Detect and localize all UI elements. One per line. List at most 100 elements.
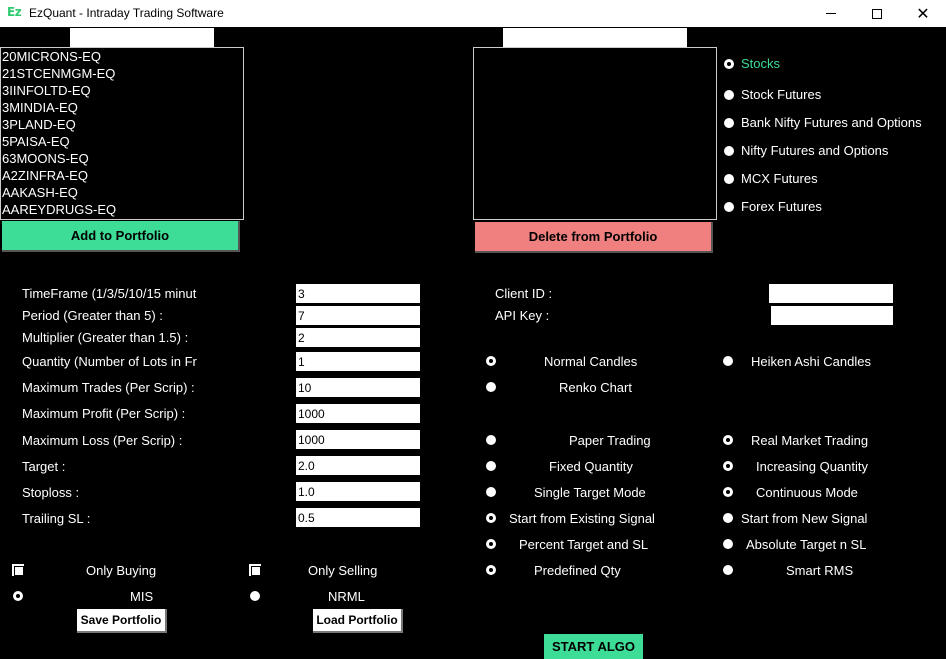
scrip-list-item[interactable]: AAKASH-EQ: [1, 184, 243, 201]
multiplier-label: Multiplier (Greater than 1.5) :: [22, 330, 189, 345]
scrip-list-item[interactable]: 3MINDIA-EQ: [1, 99, 243, 116]
max-profit-input[interactable]: [296, 404, 420, 423]
absolute-target-radio[interactable]: [723, 539, 733, 549]
radio-icon[interactable]: [724, 173, 734, 184]
radio-icon[interactable]: [724, 58, 734, 69]
segment-forex[interactable]: Forex Futures: [724, 199, 822, 214]
start-new-signal-radio[interactable]: [723, 513, 733, 523]
client-id-label: Client ID :: [495, 286, 553, 301]
radio-icon[interactable]: [724, 89, 734, 100]
renko-chart-radio[interactable]: [486, 382, 496, 392]
stoploss-label: Stoploss :: [22, 485, 80, 500]
renko-chart-label: Renko Chart: [559, 380, 632, 395]
heiken-ashi-radio[interactable]: [723, 356, 733, 366]
start-existing-signal-radio[interactable]: [486, 513, 496, 523]
continuous-mode-label: Continuous Mode: [756, 485, 858, 500]
title-bar: Ez EzQuant - Intraday Trading Software ✕: [0, 0, 946, 27]
start-new-signal-label: Start from New Signal: [741, 511, 868, 526]
scrip-list-item[interactable]: A2ZINFRA-EQ: [1, 167, 243, 184]
nrml-label: NRML: [328, 589, 365, 604]
stoploss-input[interactable]: [296, 482, 420, 501]
period-label: Period (Greater than 5) :: [22, 308, 163, 323]
add-to-portfolio-button[interactable]: Add to Portfolio: [2, 221, 240, 252]
segment-stock-futures[interactable]: Stock Futures: [724, 87, 821, 102]
scrip-search-input[interactable]: [70, 28, 214, 47]
maximize-icon: [872, 8, 882, 19]
scrip-list-item[interactable]: 20MICRONS-EQ: [1, 48, 243, 65]
percent-target-radio[interactable]: [486, 539, 496, 549]
only-buying-checkbox[interactable]: [12, 564, 24, 576]
save-portfolio-button[interactable]: Save Portfolio: [77, 609, 167, 633]
scrip-list-item[interactable]: 21STCENMGM-EQ: [1, 65, 243, 82]
multiplier-input[interactable]: [296, 328, 420, 347]
trailing-sl-input[interactable]: [296, 508, 420, 527]
max-profit-label: Maximum Profit (Per Scrip) :: [22, 406, 186, 421]
real-market-trading-label: Real Market Trading: [751, 433, 869, 448]
max-loss-label: Maximum Loss (Per Scrip) :: [22, 433, 183, 448]
segment-label: Nifty Futures and Options: [741, 143, 889, 158]
paper-trading-radio[interactable]: [486, 435, 496, 445]
scrip-list-item[interactable]: 63MOONS-EQ: [1, 150, 243, 167]
max-trades-input[interactable]: [296, 378, 420, 397]
load-portfolio-button[interactable]: Load Portfolio: [313, 609, 403, 633]
single-target-mode-label: Single Target Mode: [534, 485, 646, 500]
scrip-list-item[interactable]: AAREYDRUGS-EQ: [1, 201, 243, 218]
scrip-list-item[interactable]: 3PLAND-EQ: [1, 116, 243, 133]
increasing-quantity-label: Increasing Quantity: [756, 459, 869, 474]
start-existing-signal-label: Start from Existing Signal: [509, 511, 655, 526]
segment-nifty[interactable]: Nifty Futures and Options: [724, 143, 888, 158]
scrip-list-item[interactable]: 5PAISA-EQ: [1, 133, 243, 150]
minimize-button[interactable]: [808, 0, 854, 27]
paper-trading-label: Paper Trading: [569, 433, 651, 448]
nrml-radio[interactable]: [250, 591, 260, 601]
target-label: Target :: [22, 459, 66, 474]
period-input[interactable]: [296, 306, 420, 325]
mis-label: MIS: [130, 589, 154, 604]
segment-label: Forex Futures: [741, 199, 822, 214]
portfolio-search-input[interactable]: [503, 28, 687, 47]
quantity-input[interactable]: [296, 352, 420, 371]
close-button[interactable]: ✕: [900, 0, 946, 27]
continuous-mode-radio[interactable]: [723, 487, 733, 497]
smart-rms-radio[interactable]: [723, 565, 733, 575]
real-market-trading-radio[interactable]: [723, 435, 733, 445]
segment-label: Bank Nifty Futures and Options: [741, 115, 922, 130]
max-loss-input[interactable]: [296, 430, 420, 449]
api-key-label: API Key :: [495, 308, 550, 323]
delete-from-portfolio-button[interactable]: Delete from Portfolio: [475, 222, 713, 253]
predefined-qty-radio[interactable]: [486, 565, 496, 575]
maximize-button[interactable]: [854, 0, 900, 27]
target-input[interactable]: [296, 456, 420, 475]
segment-stocks[interactable]: Stocks: [724, 56, 780, 71]
percent-target-label: Percent Target and SL: [519, 537, 649, 552]
scrip-list-item[interactable]: 3IINFOLTD-EQ: [1, 82, 243, 99]
segment-label: Stock Futures: [741, 87, 822, 102]
client-id-input[interactable]: [769, 284, 893, 303]
portfolio-list[interactable]: [473, 47, 717, 220]
trailing-sl-label: Trailing SL :: [22, 511, 91, 526]
normal-candles-radio[interactable]: [486, 356, 496, 366]
scrip-list[interactable]: 20MICRONS-EQ 21STCENMGM-EQ 3IINFOLTD-EQ …: [0, 47, 244, 220]
minimize-icon: [826, 13, 836, 14]
single-target-mode-radio[interactable]: [486, 487, 496, 497]
timeframe-input[interactable]: [296, 284, 420, 303]
segment-label: Stocks: [741, 56, 781, 71]
absolute-target-label: Absolute Target n SL: [746, 537, 867, 552]
segment-mcx[interactable]: MCX Futures: [724, 171, 818, 186]
predefined-qty-label: Predefined Qty: [534, 563, 621, 578]
segment-bank-nifty[interactable]: Bank Nifty Futures and Options: [724, 115, 922, 130]
mis-radio[interactable]: [13, 591, 23, 601]
increasing-quantity-radio[interactable]: [723, 461, 733, 471]
segment-label: MCX Futures: [741, 171, 818, 186]
radio-icon[interactable]: [724, 117, 734, 128]
radio-icon[interactable]: [724, 201, 734, 212]
start-algo-button[interactable]: START ALGO: [544, 634, 643, 659]
window-title: EzQuant - Intraday Trading Software: [29, 6, 224, 20]
api-key-input[interactable]: [769, 306, 893, 325]
quantity-label: Quantity (Number of Lots in Fr: [22, 354, 197, 369]
fixed-quantity-radio[interactable]: [486, 461, 496, 471]
timeframe-label: TimeFrame (1/3/5/10/15 minut: [22, 286, 197, 301]
only-selling-checkbox[interactable]: [249, 564, 261, 576]
normal-candles-label: Normal Candles: [544, 354, 638, 369]
radio-icon[interactable]: [724, 145, 734, 156]
